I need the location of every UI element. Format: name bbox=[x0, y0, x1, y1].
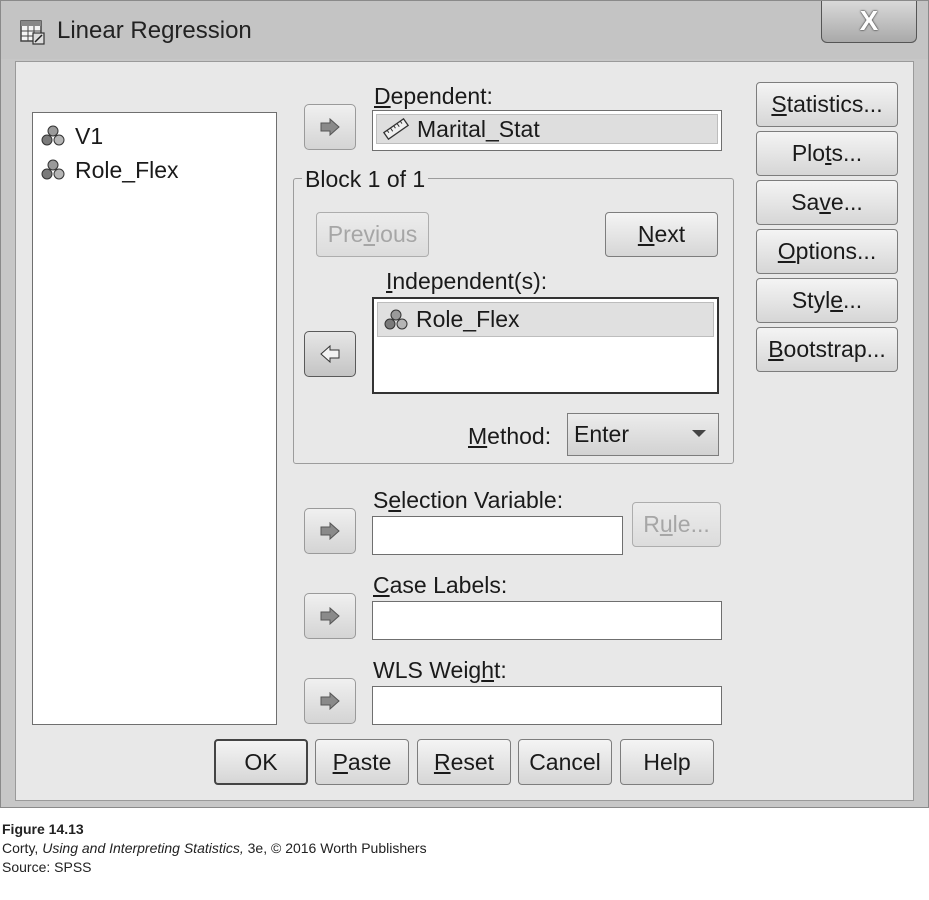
move-to-dependent-button[interactable] bbox=[304, 104, 356, 150]
nominal-variable-icon bbox=[384, 309, 408, 329]
previous-button[interactable]: Pre v ious bbox=[316, 212, 429, 257]
independent-variable-label: Role_Flex bbox=[416, 306, 520, 332]
variable-label: Role_Flex bbox=[75, 156, 179, 183]
move-to-selection-button[interactable] bbox=[304, 508, 356, 554]
variable-label: V1 bbox=[75, 122, 104, 149]
window-title: Linear Regression bbox=[57, 17, 252, 44]
move-to-case-labels-button[interactable] bbox=[304, 593, 356, 639]
save-button[interactable]: Sa v e... bbox=[756, 180, 898, 225]
arrow-right-icon bbox=[320, 118, 340, 136]
selection-variable-label: Selection Variable: bbox=[373, 487, 564, 513]
case-labels-label: Case Labels: bbox=[373, 572, 508, 598]
rule-button[interactable]: Ru le... bbox=[632, 502, 721, 547]
statistics-button[interactable]: Statistics... bbox=[756, 82, 898, 127]
list-item[interactable]: Role_Flex bbox=[377, 302, 714, 337]
independents-list[interactable]: Role_Flex bbox=[372, 297, 719, 394]
independents-label: Independent(s): bbox=[386, 268, 548, 294]
close-icon: X bbox=[859, 5, 879, 36]
list-item[interactable]: V1 bbox=[41, 121, 103, 151]
reset-button[interactable]: Reset bbox=[417, 739, 511, 785]
method-value: Enter bbox=[574, 421, 629, 447]
figure-caption: Figure 14.13 Corty, Using and Interpreti… bbox=[2, 820, 427, 877]
arrow-right-icon bbox=[320, 607, 340, 625]
case-labels-field[interactable] bbox=[372, 601, 722, 640]
ok-button[interactable]: OK bbox=[214, 739, 308, 785]
arrow-right-icon bbox=[320, 522, 340, 540]
figure-number: Figure 14.13 bbox=[2, 821, 84, 837]
list-item[interactable]: Role_Flex bbox=[41, 155, 179, 185]
method-dropdown[interactable]: Enter bbox=[567, 413, 719, 456]
source-variable-list[interactable]: V1 Role_Flex bbox=[32, 112, 277, 725]
cancel-button[interactable]: Cancel bbox=[518, 739, 612, 785]
arrow-right-icon bbox=[320, 692, 340, 710]
dependent-value-row[interactable]: Marital_Stat bbox=[376, 114, 718, 144]
dependent-value: Marital_Stat bbox=[417, 115, 540, 142]
selection-variable-field[interactable] bbox=[372, 516, 623, 555]
plots-button[interactable]: Plo t s... bbox=[756, 131, 898, 176]
figure-source: Source: SPSS bbox=[2, 859, 92, 875]
help-button[interactable]: Help bbox=[620, 739, 714, 785]
wls-weight-field[interactable] bbox=[372, 686, 722, 725]
block-title: Block 1 of 1 bbox=[302, 166, 429, 193]
move-from-independents-button[interactable] bbox=[304, 331, 356, 377]
method-label: Method: bbox=[468, 423, 552, 449]
close-button[interactable]: X bbox=[821, 1, 917, 43]
options-button[interactable]: Options... bbox=[756, 229, 898, 274]
dependent-label: Dependent: bbox=[374, 83, 493, 109]
nominal-variable-icon bbox=[41, 125, 65, 146]
bootstrap-button[interactable]: Bootstrap... bbox=[756, 327, 898, 372]
next-button[interactable]: Next bbox=[605, 212, 718, 257]
title-bar[interactable]: Linear Regression X bbox=[1, 1, 928, 59]
style-button[interactable]: Styl e... bbox=[756, 278, 898, 323]
paste-button[interactable]: Paste bbox=[315, 739, 409, 785]
dependent-field[interactable]: Marital_Stat bbox=[372, 110, 722, 151]
figure-credit: Corty, Using and Interpreting Statistics… bbox=[2, 840, 427, 856]
wls-weight-label: WLS Weight: bbox=[373, 657, 507, 683]
scale-ruler-icon bbox=[383, 118, 409, 140]
move-to-wls-weight-button[interactable] bbox=[304, 678, 356, 724]
chevron-down-icon bbox=[692, 430, 706, 437]
nominal-variable-icon bbox=[41, 159, 65, 180]
arrow-left-icon bbox=[320, 345, 340, 363]
regression-app-icon bbox=[20, 20, 45, 45]
